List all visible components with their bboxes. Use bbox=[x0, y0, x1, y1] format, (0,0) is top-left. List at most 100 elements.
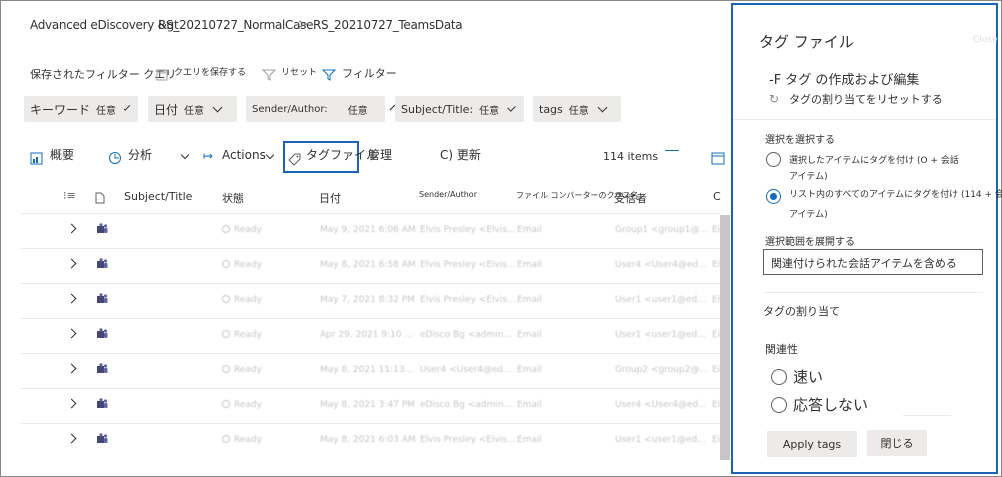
sender-cell: Elvis Presley <Elvis... bbox=[420, 260, 516, 270]
table-row[interactable]: Ready Apr 29, 2021 9:10 ... eDisco Bg <a… bbox=[20, 318, 720, 353]
type-cell: Email bbox=[517, 330, 542, 340]
extra-cell: Ei bbox=[712, 225, 721, 235]
date-cell: May 8, 2021 11:13... bbox=[320, 365, 414, 375]
overview-button[interactable]: 概要 bbox=[50, 146, 74, 163]
type-cell: Email bbox=[517, 365, 542, 375]
analysis-button[interactable]: 分析 bbox=[128, 146, 152, 163]
filter-pill-label: キーワード bbox=[30, 102, 91, 117]
header-more[interactable]: C bbox=[713, 190, 721, 203]
sender-cell: Elvis Presley <Elvis... bbox=[420, 295, 516, 305]
header-subject[interactable]: Subject/Title bbox=[124, 190, 192, 203]
sender-cell: eDisco Bg <admin... bbox=[420, 330, 513, 340]
filter-pill-value: 任意 bbox=[96, 105, 117, 117]
table-row[interactable]: Ready May 8, 2021 6:58 AM Elvis Presley … bbox=[20, 248, 720, 283]
close-button[interactable]: 閉じる bbox=[867, 430, 927, 456]
date-cell: May 9, 2021 6:06 AM bbox=[320, 225, 416, 235]
header-date[interactable]: 日付 bbox=[319, 190, 341, 206]
expand-chevron-icon[interactable] bbox=[66, 363, 77, 374]
view-icon[interactable] bbox=[711, 150, 725, 169]
divider bbox=[903, 415, 951, 416]
header-status[interactable]: 状態 bbox=[222, 190, 244, 206]
panel-close-link[interactable]: Close bbox=[973, 35, 998, 45]
date-cell: May 8, 2021 6:03 AM bbox=[320, 435, 416, 445]
filter-pill-sender[interactable]: Sender/Author: 任意 bbox=[246, 96, 396, 122]
saved-filter-query[interactable]: 保存されたフィルター クエリ bbox=[30, 66, 176, 82]
breadcrumb-case[interactable]: RS_20210727_NormalCase bbox=[158, 18, 314, 32]
sender-cell: Elvis Presley <Elvis... bbox=[420, 225, 516, 235]
filter-pill-keyword[interactable]: キーワード 任意 bbox=[24, 96, 138, 122]
type-cell: Email bbox=[517, 260, 542, 270]
breadcrumb-advanced-ediscovery[interactable]: Advanced eDiscovery &gt bbox=[30, 18, 179, 32]
table-row[interactable]: Ready May 8, 2021 11:13... User4 <User4@… bbox=[20, 353, 720, 388]
filter-pill-tags[interactable]: tags 任意 bbox=[533, 96, 621, 122]
radio-relevance-fast[interactable] bbox=[771, 369, 787, 385]
expand-chevron-icon[interactable] bbox=[66, 258, 77, 269]
status-cell: Ready bbox=[222, 365, 262, 375]
teams-icon bbox=[97, 328, 108, 338]
table-row[interactable]: Ready May 9, 2021 6:06 AM Elvis Presley … bbox=[20, 213, 720, 248]
recipient-cell: Group2 <group2@... bbox=[615, 365, 708, 375]
status-cell: Ready bbox=[222, 225, 262, 235]
file-type-icon bbox=[95, 189, 105, 208]
tag-files-panel: タグ ファイル Close -F タグ の作成および編集 ↻ タグの割り当てをリ… bbox=[731, 3, 1002, 474]
reset-assignment-link[interactable]: タグの割り当てをリセットする bbox=[789, 91, 943, 107]
relevance-fast-label: 速い bbox=[793, 368, 824, 386]
chevron-down-icon bbox=[507, 102, 516, 112]
radio-selected-items-label-2: アイテム) bbox=[789, 172, 828, 182]
divider bbox=[733, 119, 996, 120]
filter-icon bbox=[321, 66, 337, 85]
chevron-down-icon bbox=[597, 102, 608, 112]
apply-tags-button[interactable]: Apply tags bbox=[767, 431, 857, 457]
create-edit-tags-link[interactable]: -F タグ の作成および編集 bbox=[769, 69, 919, 88]
expand-chevron-icon[interactable] bbox=[66, 433, 77, 444]
filter-pill-value: 任意 bbox=[184, 105, 205, 117]
expand-chevron-icon[interactable] bbox=[66, 398, 77, 409]
filter-pill-value: 任意 bbox=[479, 105, 500, 117]
header-recipients[interactable]: 受信者 bbox=[614, 190, 647, 206]
teams-icon bbox=[97, 398, 108, 408]
header-sender[interactable]: Sender/Author bbox=[419, 190, 477, 199]
expand-heading: 選択範囲を展開する bbox=[765, 237, 855, 248]
table-row[interactable]: Ready May 7, 2021 8:32 PM Elvis Presley … bbox=[20, 283, 720, 318]
table-row[interactable]: Ready May 8, 2021 6:03 AM Elvis Presley … bbox=[20, 423, 720, 458]
save-icon bbox=[156, 66, 168, 85]
assign-heading: タグの割り当て bbox=[763, 305, 840, 318]
recipient-cell: User1 <user1@ed... bbox=[615, 435, 706, 445]
radio-relevance-none[interactable] bbox=[771, 397, 787, 413]
analysis-chevron-icon[interactable] bbox=[178, 146, 190, 165]
filter-pill-date[interactable]: 日付 任意 bbox=[148, 96, 237, 122]
recipient-cell: User4 <User4@ed... bbox=[615, 260, 707, 270]
analytics-icon bbox=[108, 150, 122, 169]
status-cell: Ready bbox=[222, 295, 262, 305]
filter-button[interactable]: フィルター bbox=[342, 65, 397, 81]
radio-selected-items[interactable] bbox=[766, 152, 781, 167]
date-cell: May 8, 2021 3:47 PM bbox=[320, 400, 415, 410]
filter-pill-subject[interactable]: Subject/Title: 任意 bbox=[395, 96, 524, 122]
reset-button[interactable]: リセット bbox=[281, 65, 317, 78]
divider bbox=[665, 150, 679, 151]
table-row[interactable]: Ready May 8, 2021 3:47 PM eDisco Bg <adm… bbox=[20, 388, 720, 423]
refresh-button[interactable]: C) 更新 bbox=[440, 146, 481, 163]
expand-chevron-icon[interactable] bbox=[66, 328, 77, 339]
recipient-cell: User1 <user1@ed... bbox=[615, 295, 706, 305]
row-select-icon[interactable]: ⁝≡ bbox=[63, 189, 76, 202]
expand-chevron-icon[interactable] bbox=[66, 293, 77, 304]
sender-cell: User4 <User4@ed... bbox=[420, 365, 512, 375]
sender-cell: Elvis Presley <Elvis... bbox=[420, 435, 516, 445]
expand-selection-dropdown[interactable]: 関連付けられた会話アイテムを含める bbox=[763, 249, 983, 275]
radio-all-items[interactable] bbox=[766, 189, 781, 204]
panel-title: タグ ファイル bbox=[759, 33, 854, 51]
extra-cell: Ei bbox=[712, 435, 721, 445]
status-cell: Ready bbox=[222, 400, 262, 410]
manage-button[interactable]: 管理 bbox=[368, 146, 392, 163]
save-query-button[interactable]: クエリを保存する bbox=[174, 65, 246, 78]
teams-icon bbox=[97, 363, 108, 373]
status-cell: Ready bbox=[222, 260, 262, 270]
breadcrumb-review-set: RS_20210727_TeamsData bbox=[313, 18, 463, 32]
expand-chevron-icon[interactable] bbox=[66, 223, 77, 234]
scrollbar[interactable] bbox=[720, 215, 730, 460]
actions-button[interactable]: Actions bbox=[222, 148, 266, 162]
filter-pill-label: tags bbox=[539, 102, 563, 116]
status-cell: Ready bbox=[222, 435, 262, 445]
actions-chevron-icon[interactable] bbox=[263, 146, 275, 165]
